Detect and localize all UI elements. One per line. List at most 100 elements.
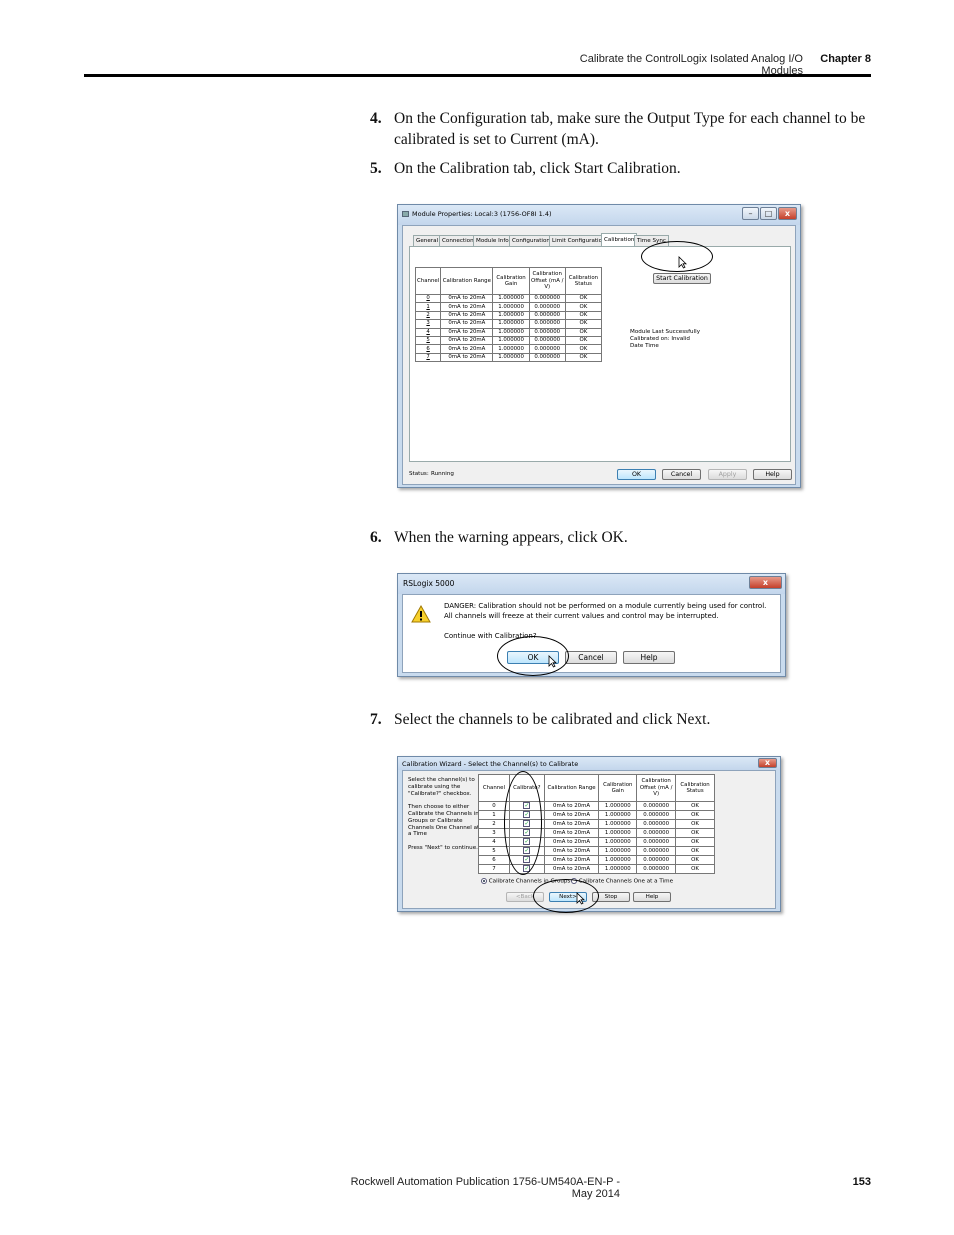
cell-gain: 1.000000 <box>598 819 638 829</box>
step-7: 7. Select the channels to be calibrated … <box>370 709 875 730</box>
wizard-titlebar: Calibration Wizard - Select the Channel(… <box>398 757 780 770</box>
step-4: 4. On the Configuration tab, make sure t… <box>370 108 875 150</box>
cell-channel: 4 <box>414 327 442 337</box>
step-number: 7. <box>370 711 382 728</box>
cell-status: OK <box>564 293 603 304</box>
mouse-pointer-icon <box>576 892 585 905</box>
warning-dialog-client: DANGER: Calibration should not be perfor… <box>402 594 781 673</box>
cell-offset: 0.000000 <box>528 344 566 354</box>
step-5: 5. On the Calibration tab, click Start C… <box>370 158 875 179</box>
warning-line-1: DANGER: Calibration should not be perfor… <box>444 602 767 610</box>
cell-status: OK <box>564 352 603 363</box>
footer-page-number: 153 <box>852 1176 871 1188</box>
highlight-ellipse <box>504 771 542 875</box>
cell-offset: 0.000000 <box>636 864 677 874</box>
col-header-offset: Calibration Offset (mA / V) <box>636 774 677 802</box>
instruction-line: calibrate using the <box>408 783 461 790</box>
cell-offset: 0.000000 <box>636 819 677 829</box>
cell-range: 0mA to 20mA <box>543 837 600 847</box>
cell-channel: 1 <box>414 302 442 312</box>
highlight-ellipse <box>641 241 713 272</box>
start-calibration-button[interactable]: Start Calibration <box>653 273 711 284</box>
cell-gain: 1.000000 <box>598 855 638 865</box>
cell-gain: 1.000000 <box>598 828 638 838</box>
warning-icon <box>411 605 431 623</box>
instruction-line: Select the channel(s) to <box>408 777 475 783</box>
help-button[interactable]: Help <box>633 892 671 902</box>
cell-range: 0mA to 20mA <box>543 819 600 829</box>
module-properties-dialog: Module Properties: Local:3 (1756-OF8I 1.… <box>397 204 801 488</box>
cell-offset: 0.000000 <box>636 828 677 838</box>
tab-configuration[interactable]: Configuration <box>509 235 553 246</box>
status-label: Status: <box>409 471 429 477</box>
cell-range: 0mA to 20mA <box>543 846 600 856</box>
close-button[interactable]: x <box>758 758 777 768</box>
warning-dialog-title: RSLogix 5000 <box>403 579 455 588</box>
instruction-line <box>408 838 480 845</box>
cell-status: OK <box>564 335 603 346</box>
status-value: Running <box>431 471 454 477</box>
cell-gain: 1.000000 <box>492 327 530 337</box>
tab-limit-configuration[interactable]: Limit Configuration <box>549 235 609 246</box>
radio-one-label: Calibrate Channels One at a Time <box>578 878 674 885</box>
cell-offset: 0.000000 <box>636 801 677 811</box>
cell-range: 0mA to 20mA <box>440 302 494 312</box>
cell-channel: 2 <box>414 310 442 321</box>
instruction-line: Channels One Channel at <box>408 824 480 831</box>
tab-calibration[interactable]: Calibration <box>601 233 638 247</box>
maximize-button[interactable]: □ <box>760 207 777 220</box>
cell-status: OK <box>564 344 603 354</box>
cell-range: 0mA to 20mA <box>543 801 600 811</box>
table-row: 1 0mA to 20mA 1.000000 0.000000 OK <box>414 302 603 312</box>
cell-offset: 0.000000 <box>528 319 566 329</box>
cell-range: 0mA to 20mA <box>440 293 494 304</box>
last-cal-line-3: Date Time <box>630 343 659 349</box>
cell-status: OK <box>564 319 603 329</box>
close-button[interactable]: x <box>749 576 782 589</box>
wizard-title: Calibration Wizard - Select the Channel(… <box>402 760 579 768</box>
step-text: Select the channels to be calibrated and… <box>394 711 711 728</box>
cell-status: OK <box>675 846 715 856</box>
minimize-button[interactable]: – <box>742 207 759 220</box>
close-button[interactable]: x <box>778 207 797 220</box>
highlight-ellipse <box>533 879 599 913</box>
calibration-tab-panel: Channel Calibration Range Calibration Ga… <box>409 246 791 462</box>
cell-range: 0mA to 20mA <box>440 344 494 354</box>
cell-gain: 1.000000 <box>492 310 530 321</box>
step-number: 4. <box>370 110 382 127</box>
cell-gain: 1.000000 <box>492 344 530 354</box>
cell-offset: 0.000000 <box>636 855 677 865</box>
table-row: 3 0mA to 20mA 1.000000 0.000000 OK <box>414 319 603 329</box>
cell-gain: 1.000000 <box>598 837 638 847</box>
tab-general[interactable]: General <box>413 235 442 246</box>
cell-range: 0mA to 20mA <box>543 855 600 865</box>
instruction-line: a Time <box>408 831 427 838</box>
cell-gain: 1.000000 <box>492 352 530 363</box>
help-button[interactable]: Help <box>753 469 792 480</box>
step-text: When the warning appears, click OK. <box>394 529 628 546</box>
help-button[interactable]: Help <box>623 651 675 664</box>
tab-module-info[interactable]: Module Info <box>473 235 512 246</box>
table-row: 4 0mA to 20mA 1.000000 0.000000 OK <box>414 327 603 337</box>
cell-gain: 1.000000 <box>492 319 530 329</box>
instruction-line: Calibrate the Channels in <box>408 810 479 817</box>
mouse-pointer-icon <box>548 655 557 668</box>
module-dialog-client: General Connection Module Info Configura… <box>402 225 796 485</box>
tab-connection[interactable]: Connection <box>439 235 477 246</box>
cell-offset: 0.000000 <box>528 310 566 321</box>
table-row: 6 0mA to 20mA 1.000000 0.000000 OK <box>414 344 603 354</box>
module-dialog-titlebar: Module Properties: Local:3 (1756-OF8I 1.… <box>398 205 800 225</box>
table-row: 7 0mA to 20mA 1.000000 0.000000 OK <box>414 352 603 363</box>
ok-button[interactable]: OK <box>617 469 656 480</box>
cell-range: 0mA to 20mA <box>440 352 494 363</box>
cell-gain: 1.000000 <box>492 335 530 346</box>
calibration-table: Channel Calibration Range Calibration Ga… <box>414 267 603 363</box>
cancel-button[interactable]: Cancel <box>565 651 617 664</box>
header-rule <box>84 74 871 77</box>
cell-channel: 0 <box>414 293 442 304</box>
running-header-chapter: Chapter 8 <box>820 53 871 65</box>
cell-range: 0mA to 20mA <box>543 864 600 874</box>
cancel-button[interactable]: Cancel <box>662 469 701 480</box>
apply-button[interactable]: Apply <box>708 469 747 480</box>
cell-offset: 0.000000 <box>528 293 566 304</box>
